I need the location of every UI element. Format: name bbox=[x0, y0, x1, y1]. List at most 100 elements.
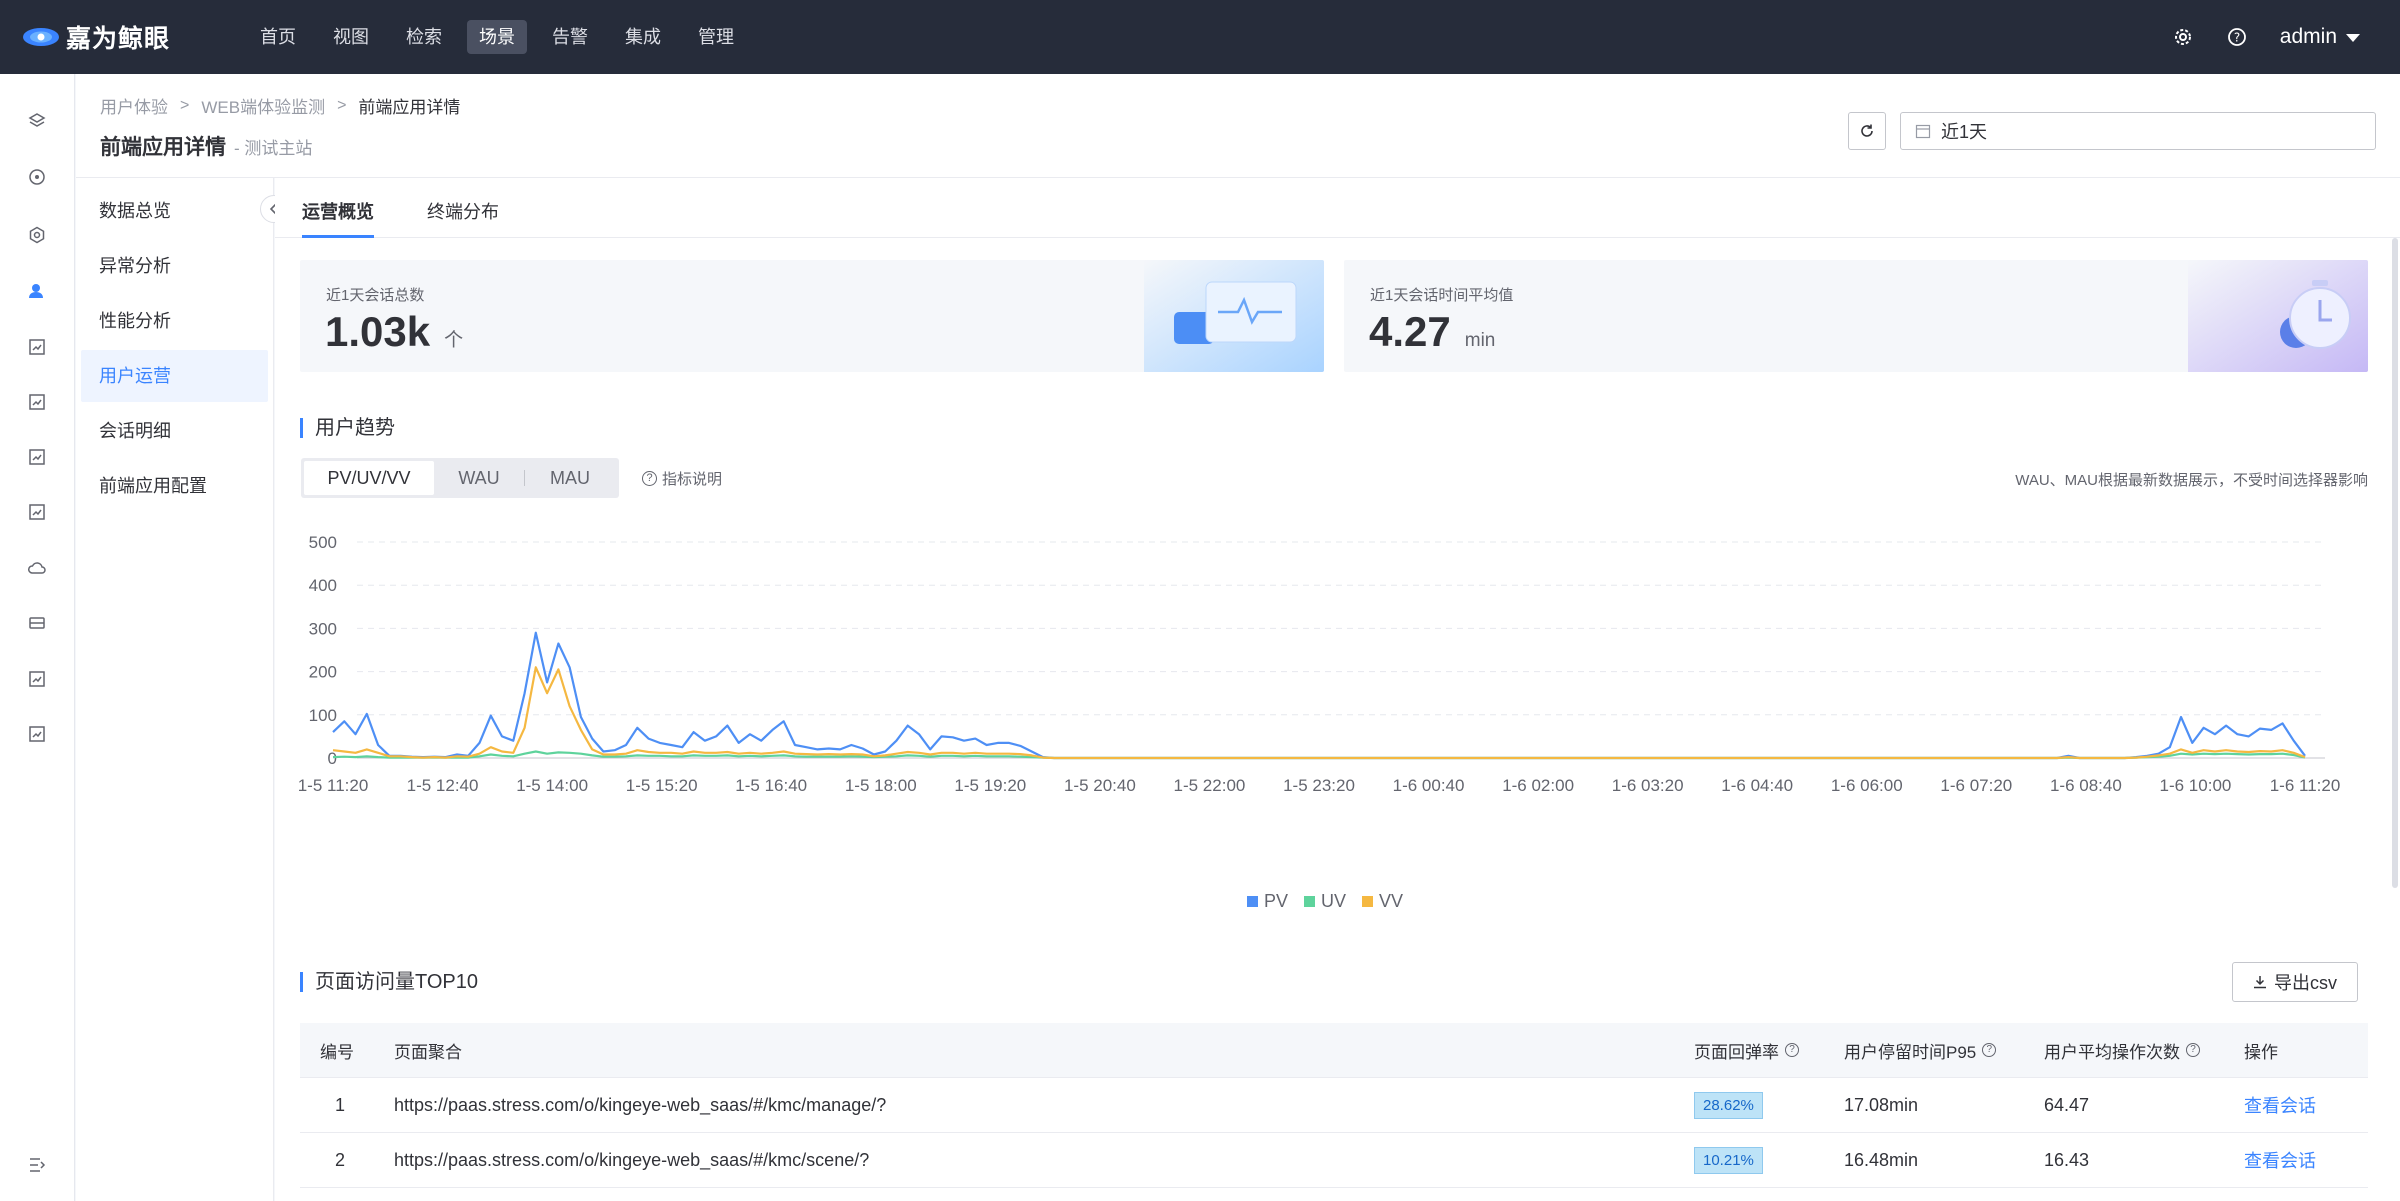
compass-icon[interactable] bbox=[26, 166, 48, 188]
tab-bar: 运营概览 终端分布 bbox=[275, 178, 2400, 238]
column-header: 用户停留时间P95? bbox=[1844, 1038, 2044, 1063]
chart-icon[interactable] bbox=[26, 336, 48, 358]
chart-icon[interactable] bbox=[26, 446, 48, 468]
breadcrumb-item[interactable]: WEB端体验监测 bbox=[201, 93, 325, 118]
time-range-picker[interactable]: 近1天 bbox=[1900, 112, 2376, 150]
trend-segment-control: PV/UV/VV WAU MAU bbox=[301, 458, 619, 498]
x-tick-label: 1-5 19:20 bbox=[954, 776, 1026, 795]
page-header: 用户体验 > WEB端体验监测 > 前端应用详情 前端应用详情 - 测试主站 近1天 bbox=[76, 74, 2400, 178]
x-tick-label: 1-6 03:20 bbox=[1612, 776, 1684, 795]
user-name: admin bbox=[2279, 25, 2337, 48]
hexagon-icon[interactable] bbox=[26, 224, 48, 246]
stat-card-sessions: 近1天会话总数 1.03k 个 bbox=[300, 260, 1324, 372]
refresh-icon bbox=[1861, 124, 1873, 137]
breadcrumb-item[interactable]: 用户体验 bbox=[100, 93, 168, 118]
segment-wau[interactable]: WAU bbox=[434, 461, 524, 495]
main-content: 运营概览 终端分布 近1天会话总数 1.03k 个 近1天会话时间平均值 4.2… bbox=[275, 178, 2400, 1201]
y-tick-label: 200 bbox=[309, 663, 337, 682]
chart-icon[interactable] bbox=[26, 501, 48, 523]
layers-icon[interactable] bbox=[26, 110, 48, 132]
column-header-label: 编号 bbox=[320, 1042, 354, 1062]
cloud-icon[interactable] bbox=[26, 557, 48, 579]
eye-logo-icon bbox=[23, 28, 59, 46]
nav-item[interactable]: 管理 bbox=[686, 20, 746, 54]
settings-gear-icon[interactable] bbox=[2172, 26, 2194, 48]
legend-item[interactable]: UV bbox=[1304, 891, 1346, 912]
view-session-link[interactable]: 查看会话 bbox=[2244, 1096, 2316, 1116]
submenu-item[interactable]: 会话明细 bbox=[81, 405, 268, 457]
submenu-item[interactable]: 异常分析 bbox=[81, 240, 268, 292]
submenu-item[interactable]: 用户运营 bbox=[81, 350, 268, 402]
chevron-right-icon: > bbox=[180, 96, 190, 114]
segment-mau[interactable]: MAU bbox=[525, 461, 615, 495]
table-cell: 16.48min bbox=[1844, 1150, 2044, 1171]
table-cell: 10.21% bbox=[1694, 1146, 1844, 1174]
duration-value: 4.27 bbox=[1369, 308, 1451, 355]
user-menu[interactable]: admin bbox=[2280, 25, 2360, 49]
bounce-rate-badge: 28.62% bbox=[1694, 1091, 1763, 1119]
stopwatch-icon bbox=[2188, 260, 2368, 372]
table-row: 1 https://paas.stress.com/o/kingeye-web_s… bbox=[300, 1078, 2368, 1133]
y-tick-label: 300 bbox=[309, 619, 337, 638]
nav-item[interactable]: 集成 bbox=[613, 20, 673, 54]
cell-value: https://paas.stress.com/o/kingeye-web_sa… bbox=[394, 1094, 887, 1115]
x-tick-label: 1-5 23:20 bbox=[1283, 776, 1355, 795]
tab-overview[interactable]: 运营概览 bbox=[302, 198, 374, 238]
series-line-vv bbox=[332, 666, 2306, 760]
view-session-link[interactable]: 查看会话 bbox=[2244, 1151, 2316, 1171]
sessions-value: 1.03k bbox=[325, 308, 431, 355]
table-row: 2 https://paas.stress.com/o/kingeye-web_s… bbox=[300, 1133, 2368, 1188]
stat-label: 近1天会话时间平均值 bbox=[1370, 287, 1514, 304]
time-range-value: 近1天 bbox=[1941, 122, 1988, 142]
expand-menu-icon[interactable] bbox=[26, 1154, 48, 1176]
metric-help-link[interactable]: ? 指标说明 bbox=[642, 468, 722, 489]
question-icon[interactable]: ? bbox=[1982, 1043, 1997, 1057]
user-icon[interactable] bbox=[26, 280, 48, 302]
legend-item[interactable]: VV bbox=[1362, 891, 1403, 912]
question-icon: ? bbox=[642, 471, 657, 486]
nav-item[interactable]: 场景 bbox=[467, 20, 527, 54]
chart-icon[interactable] bbox=[26, 723, 48, 745]
nav-item[interactable]: 视图 bbox=[321, 20, 381, 54]
chevron-down-icon bbox=[2346, 34, 2360, 42]
y-tick-label: 0 bbox=[328, 749, 337, 768]
refresh-button[interactable] bbox=[1848, 112, 1886, 150]
submenu-item[interactable]: 前端应用配置 bbox=[81, 460, 268, 512]
table-cell: 2 bbox=[300, 1150, 394, 1171]
legend-swatch bbox=[1362, 896, 1374, 907]
app-logo[interactable]: 嘉为鲸眼 bbox=[22, 19, 232, 55]
question-icon[interactable]: ? bbox=[1785, 1043, 1799, 1057]
question-icon[interactable]: ? bbox=[2186, 1043, 2200, 1057]
submenu-item[interactable]: 数据总览 bbox=[81, 185, 268, 237]
sub-menu: 数据总览 异常分析 性能分析 用户运营 会话明细 前端应用配置 bbox=[76, 178, 288, 1201]
section-title-trend: 用户趋势 bbox=[300, 418, 395, 438]
legend-label: UV bbox=[1321, 891, 1347, 911]
chart-icon[interactable] bbox=[26, 391, 48, 413]
nav-item[interactable]: 告警 bbox=[540, 20, 600, 54]
storage-icon[interactable] bbox=[26, 612, 48, 634]
cell-value: 1 bbox=[334, 1094, 345, 1115]
tab-terminal[interactable]: 终端分布 bbox=[427, 198, 499, 238]
sessions-unit: 个 bbox=[444, 330, 464, 351]
nav-item[interactable]: 首页 bbox=[248, 20, 308, 54]
column-header-label: 页面聚合 bbox=[394, 1042, 462, 1062]
x-tick-label: 1-6 00:40 bbox=[1393, 776, 1465, 795]
help-label: 指标说明 bbox=[662, 471, 723, 488]
chart-icon[interactable] bbox=[26, 668, 48, 690]
x-tick-label: 1-5 11:20 bbox=[298, 776, 369, 795]
submenu-item[interactable]: 性能分析 bbox=[81, 295, 268, 347]
nav-item[interactable]: 检索 bbox=[394, 20, 454, 54]
legend-item[interactable]: PV bbox=[1247, 891, 1288, 912]
stat-value: 1.03k 个 bbox=[325, 308, 463, 356]
cell-value: 16.48min bbox=[1844, 1149, 1919, 1170]
page-title-group: 前端应用详情 - 测试主站 bbox=[100, 131, 312, 161]
segment-pv-uv-vv[interactable]: PV/UV/VV bbox=[304, 461, 434, 495]
main-nav: 首页 视图 检索 场景 告警 集成 管理 bbox=[248, 20, 759, 54]
x-tick-label: 1-5 14:00 bbox=[516, 776, 588, 795]
legend-swatch bbox=[1247, 896, 1258, 907]
scrollbar[interactable] bbox=[2392, 238, 2398, 888]
chevron-right-icon: > bbox=[337, 96, 347, 114]
help-icon[interactable]: ? bbox=[2226, 26, 2248, 48]
column-header-label: 用户停留时间P95 bbox=[1844, 1042, 1977, 1062]
export-csv-button[interactable]: 导出csv bbox=[2232, 962, 2358, 1002]
